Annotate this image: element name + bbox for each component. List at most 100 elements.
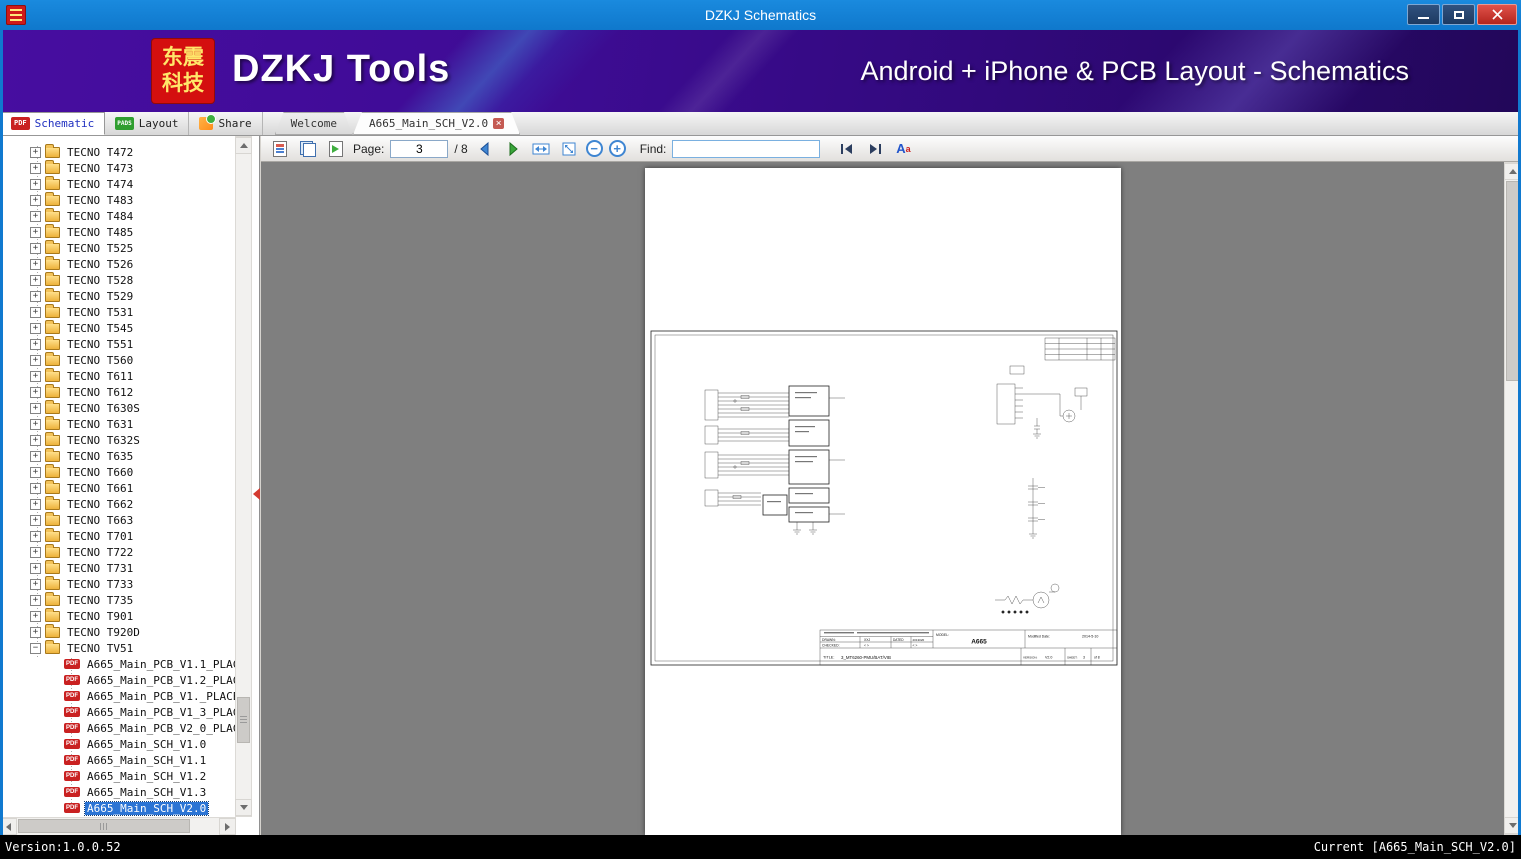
tree-folder-row[interactable]: + TECNO T484: [0, 207, 236, 224]
find-input[interactable]: [672, 139, 821, 158]
expand-icon[interactable]: +: [30, 530, 41, 542]
minimize-button[interactable]: [1407, 4, 1440, 25]
expand-icon[interactable]: +: [30, 242, 41, 254]
tree-file-row[interactable]: PDF A665_Main_PCB_V1.2_PLACEM: [0, 672, 236, 688]
tree-file-row[interactable]: PDF A665_Main_SCH_V1.3: [0, 784, 236, 800]
next-page-button[interactable]: [502, 138, 524, 160]
zoom-out-button[interactable]: −: [585, 140, 603, 157]
tab-layout[interactable]: PADS Layout: [105, 112, 190, 135]
app-icon[interactable]: [6, 5, 26, 25]
snapshot-tool-button[interactable]: [325, 138, 347, 160]
expand-icon[interactable]: +: [30, 226, 41, 238]
fit-width-button[interactable]: [530, 138, 552, 160]
tree-folder-row[interactable]: + TECNO T545: [0, 319, 236, 336]
expand-icon[interactable]: +: [30, 578, 41, 590]
tree-file-row[interactable]: PDF A665_Main_PCB_V2_0_PLACEM: [0, 720, 236, 736]
text-select-tool-button[interactable]: [269, 138, 291, 160]
tree-file-row[interactable]: PDF A665_Main_PCB_V1_3_PLACEM: [0, 704, 236, 720]
tree-folder-row[interactable]: + TECNO T920D: [0, 623, 236, 640]
expand-icon[interactable]: +: [30, 210, 41, 222]
expand-icon[interactable]: +: [30, 146, 41, 158]
tree-file-row[interactable]: PDF A665_Main_SCH_V1.2: [0, 768, 236, 784]
expand-icon[interactable]: +: [30, 514, 41, 526]
expand-icon[interactable]: +: [30, 594, 41, 606]
expand-icon[interactable]: +: [30, 562, 41, 574]
pdf-viewer[interactable]: DRAWN: XXJ DATED 2013020 CHECKED: < > < …: [261, 162, 1521, 835]
scrollbar-thumb[interactable]: [237, 697, 250, 743]
copy-tool-button[interactable]: [297, 138, 319, 160]
scroll-down-arrow[interactable]: [235, 799, 252, 816]
tree-folder-row[interactable]: + TECNO T551: [0, 335, 236, 352]
tree-folder-row[interactable]: − TECNO TV51: [0, 639, 236, 656]
tree-folder-row[interactable]: + TECNO T531: [0, 303, 236, 320]
expand-icon[interactable]: +: [30, 178, 41, 190]
tree-folder-row[interactable]: + TECNO T528: [0, 271, 236, 288]
scroll-up-arrow[interactable]: [235, 137, 252, 154]
page-input[interactable]: [390, 139, 449, 158]
sidebar-horizontal-scrollbar[interactable]: [0, 817, 236, 835]
fit-page-button[interactable]: [558, 138, 580, 160]
tree-folder-row[interactable]: + TECNO T526: [0, 255, 236, 272]
expand-icon[interactable]: +: [30, 386, 41, 398]
pdf-page[interactable]: DRAWN: XXJ DATED 2013020 CHECKED: < > < …: [645, 168, 1121, 835]
sidebar-vertical-scrollbar[interactable]: [235, 136, 252, 817]
scroll-right-arrow[interactable]: [219, 818, 236, 835]
expand-icon[interactable]: +: [30, 482, 41, 494]
tree-folder-row[interactable]: + TECNO T485: [0, 223, 236, 240]
doc-tab[interactable]: Welcome: [275, 112, 353, 135]
tree-folder-row[interactable]: + TECNO T661: [0, 479, 236, 496]
expand-icon[interactable]: +: [30, 322, 41, 334]
sidebar-collapse-arrow[interactable]: [253, 488, 260, 500]
zoom-in-button[interactable]: +: [608, 140, 626, 157]
match-case-button[interactable]: Aa: [892, 138, 914, 160]
tree-folder-row[interactable]: + TECNO T529: [0, 287, 236, 304]
expand-icon[interactable]: +: [30, 258, 41, 270]
tab-schematic[interactable]: PDF Schematic: [0, 112, 106, 135]
tree-folder-row[interactable]: + TECNO T474: [0, 175, 236, 192]
tree-folder-row[interactable]: + TECNO T733: [0, 575, 236, 592]
expand-icon[interactable]: +: [30, 466, 41, 478]
expand-icon[interactable]: +: [30, 450, 41, 462]
collapse-icon[interactable]: −: [30, 642, 41, 654]
maximize-button[interactable]: [1442, 4, 1475, 25]
doc-tab[interactable]: A665_Main_SCH_V2.0 ×: [353, 112, 520, 135]
expand-icon[interactable]: +: [30, 354, 41, 366]
tree-folder-row[interactable]: + TECNO T660: [0, 463, 236, 480]
tree-file-row[interactable]: PDF A665_Main_SCH_V1.1: [0, 752, 236, 768]
tree-folder-row[interactable]: + TECNO T483: [0, 191, 236, 208]
tree-folder-row[interactable]: + TECNO T635: [0, 447, 236, 464]
tree-folder-row[interactable]: + TECNO T735: [0, 591, 236, 608]
expand-icon[interactable]: +: [30, 402, 41, 414]
expand-icon[interactable]: +: [30, 418, 41, 430]
expand-icon[interactable]: +: [30, 626, 41, 638]
tree-file-row[interactable]: PDF A665_Main_SCH_V2.0: [0, 800, 236, 816]
expand-icon[interactable]: +: [30, 274, 41, 286]
expand-icon[interactable]: +: [30, 194, 41, 206]
close-button[interactable]: [1477, 4, 1517, 25]
previous-page-button[interactable]: [474, 138, 496, 160]
close-tab-icon[interactable]: ×: [493, 118, 504, 129]
expand-icon[interactable]: +: [30, 498, 41, 510]
tree-folder-row[interactable]: + TECNO T611: [0, 367, 236, 384]
find-previous-button[interactable]: [836, 138, 858, 160]
tree-folder-row[interactable]: + TECNO T472: [0, 143, 236, 160]
tree-file-row[interactable]: PDF A665_Main_PCB_V1.1_PLACEM: [0, 656, 236, 672]
expand-icon[interactable]: +: [30, 290, 41, 302]
expand-icon[interactable]: +: [30, 370, 41, 382]
find-next-button[interactable]: [864, 138, 886, 160]
tree-folder-row[interactable]: + TECNO T560: [0, 351, 236, 368]
tree-folder-row[interactable]: + TECNO T701: [0, 527, 236, 544]
expand-icon[interactable]: +: [30, 610, 41, 622]
expand-icon[interactable]: +: [30, 162, 41, 174]
tree-file-row[interactable]: PDF A665_Main_PCB_V1._PLACEME: [0, 688, 236, 704]
tree-folder-row[interactable]: + TECNO T473: [0, 159, 236, 176]
expand-icon[interactable]: +: [30, 434, 41, 446]
tree-folder-row[interactable]: + TECNO T612: [0, 383, 236, 400]
expand-icon[interactable]: +: [30, 546, 41, 558]
expand-icon[interactable]: +: [30, 306, 41, 318]
tab-share[interactable]: Share: [189, 112, 263, 135]
tree-folder-row[interactable]: + TECNO T663: [0, 511, 236, 528]
tree-folder-row[interactable]: + TECNO T731: [0, 559, 236, 576]
tree-folder-row[interactable]: + TECNO T662: [0, 495, 236, 512]
tree-folder-row[interactable]: + TECNO T722: [0, 543, 236, 560]
